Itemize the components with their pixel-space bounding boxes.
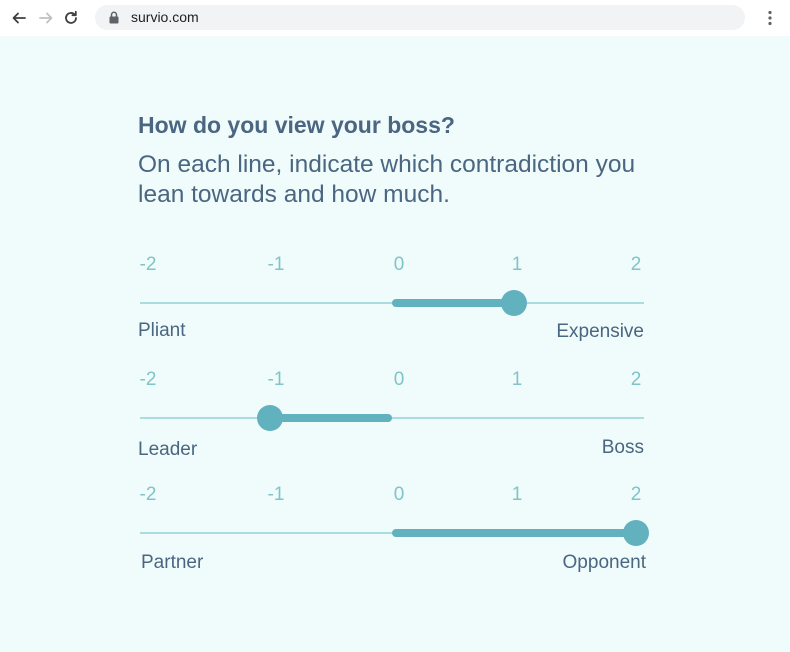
reload-icon — [65, 10, 77, 24]
slider-fill — [392, 299, 514, 307]
slider-left-label: Leader — [138, 439, 198, 460]
scale-tick-label: 2 — [630, 369, 642, 390]
browser-menu-button[interactable] — [760, 7, 780, 29]
scale-tick-label: -2 — [139, 254, 157, 275]
scale-tick-label: -1 — [267, 484, 285, 505]
kebab-menu-icon — [768, 10, 772, 26]
slider-handle[interactable] — [623, 520, 649, 546]
slider-track[interactable] — [140, 417, 644, 419]
slider-fill — [270, 414, 392, 422]
slider-row: -2 -1 0 1 2 Partner Opponent — [0, 484, 790, 584]
scale-tick-label: -1 — [267, 369, 285, 390]
slider-fill — [392, 529, 636, 537]
scale-tick-label: 0 — [393, 369, 405, 390]
scale-tick-label: 1 — [511, 484, 523, 505]
slider-left-label: Pliant — [138, 320, 186, 341]
slider-row: -2 -1 0 1 2 Pliant Expensive — [0, 254, 790, 354]
slider-handle[interactable] — [257, 405, 283, 431]
scale-tick-label: 1 — [511, 254, 523, 275]
scale-tick-label: -1 — [267, 254, 285, 275]
lock-icon — [109, 11, 119, 24]
scale-tick-label: 0 — [393, 484, 405, 505]
slider-right-label: Expensive — [556, 321, 644, 342]
scale-tick-label: 2 — [630, 254, 642, 275]
url-text: survio.com — [131, 9, 199, 25]
address-bar[interactable]: survio.com — [95, 5, 745, 30]
question-instruction: On each line, indicate which contradicti… — [138, 151, 636, 208]
browser-toolbar: survio.com — [0, 0, 790, 36]
slider-row: -2 -1 0 1 2 Leader Boss — [0, 369, 790, 469]
scale-tick-label: 1 — [511, 369, 523, 390]
arrow-left-icon — [12, 12, 26, 24]
scale-tick-label: 2 — [630, 484, 642, 505]
back-button[interactable] — [8, 7, 30, 29]
slider-handle[interactable] — [501, 290, 527, 316]
arrow-right-icon — [39, 12, 53, 24]
slider-right-label: Boss — [601, 437, 644, 458]
scale-tick-label: -2 — [139, 484, 157, 505]
slider-right-label: Opponent — [562, 552, 646, 573]
scale-tick-label: -2 — [139, 369, 157, 390]
reload-button[interactable] — [60, 7, 82, 29]
question-title: How do you view your boss? — [138, 112, 455, 138]
forward-button[interactable] — [35, 7, 57, 29]
scale-tick-label: 0 — [393, 254, 405, 275]
slider-left-label: Partner — [141, 552, 204, 573]
